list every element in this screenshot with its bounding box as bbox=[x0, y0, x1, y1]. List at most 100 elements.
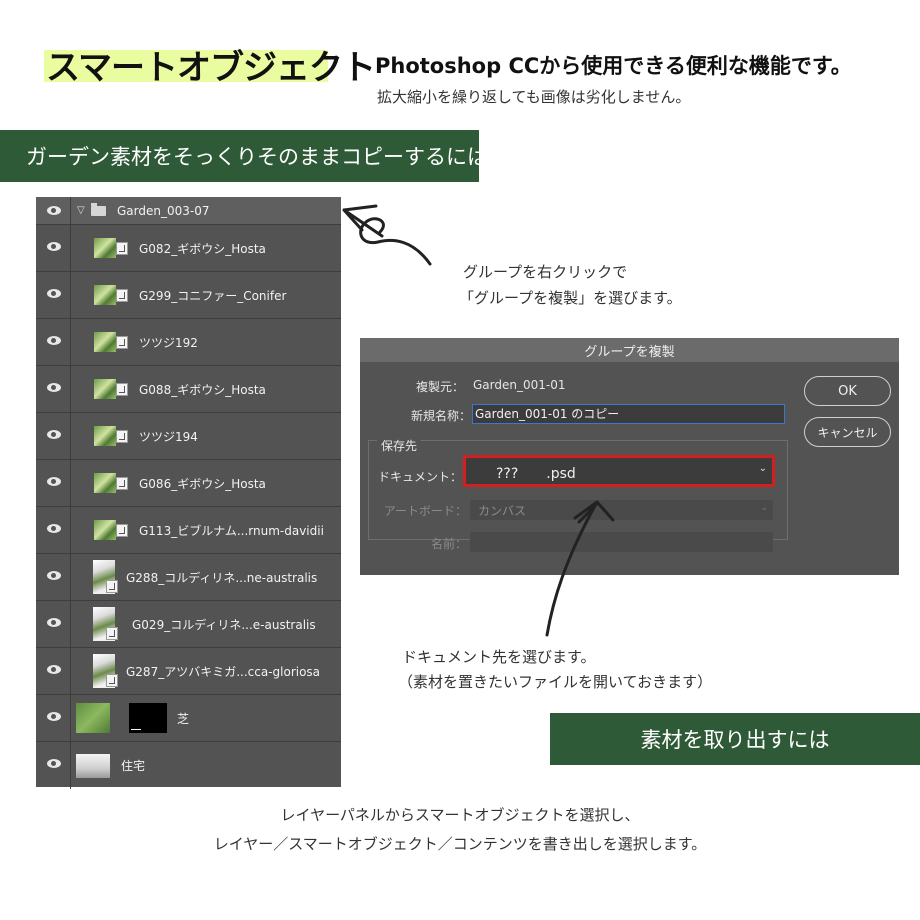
extract-heading-banner: 素材を取り出すには bbox=[550, 713, 920, 765]
eye-icon[interactable] bbox=[47, 665, 61, 674]
visibility-column bbox=[36, 272, 71, 318]
document-value: ??? .psd bbox=[496, 466, 576, 482]
newname-label: 新規名称： bbox=[410, 409, 471, 423]
artboard-value: カンバス bbox=[478, 504, 527, 518]
duplicate-group-dialog: グループを複製 複製元： Garden_001-01 新規名称： Garden_… bbox=[360, 338, 899, 575]
layers-panel: ▽ Garden_003-07 G082_ギボウシ_Hosta G299_コニファ… bbox=[36, 197, 341, 789]
eye-icon[interactable] bbox=[47, 383, 61, 392]
arrow-to-document bbox=[545, 500, 615, 637]
layer-thumbnail bbox=[94, 332, 116, 352]
eye-icon[interactable] bbox=[47, 524, 61, 533]
layer-thumbnail bbox=[94, 520, 116, 540]
eye-icon[interactable] bbox=[47, 477, 61, 486]
arrow-to-group bbox=[342, 204, 432, 266]
footer-instructions: レイヤーパネルからスマートオブジェクトを選択し、 レイヤー／スマートオブジェクト… bbox=[0, 801, 920, 859]
layer-name: G088_ギボウシ_Hosta bbox=[139, 383, 266, 397]
document-select[interactable]: ??? .psd ⌄ bbox=[463, 455, 775, 487]
layer-name: G113_ビブルナム...rnum-davidii bbox=[139, 524, 324, 538]
layer-name: G086_ギボウシ_Hosta bbox=[139, 477, 266, 491]
copy-heading-text: ガーデン素材をそっくりそのままコピーするには bbox=[26, 145, 488, 169]
group-note-line1: グループを右クリックで bbox=[463, 263, 628, 281]
layer-row-lawn[interactable]: 芝 bbox=[36, 695, 341, 742]
layer-row[interactable]: G113_ビブルナム...rnum-davidii bbox=[36, 507, 341, 554]
layer-name: 芝 bbox=[177, 712, 190, 726]
visibility-column bbox=[36, 507, 71, 553]
layer-thumbnail bbox=[76, 754, 110, 778]
chevron-down-icon: ⌄ bbox=[758, 463, 767, 474]
layer-thumbnail bbox=[94, 473, 116, 493]
layer-thumbnail bbox=[76, 703, 110, 733]
layer-name: G082_ギボウシ_Hosta bbox=[139, 242, 266, 256]
smart-object-icon bbox=[116, 524, 128, 537]
doc-note-line2: （素材を置きたいファイルを開いておきます） bbox=[398, 673, 713, 691]
layer-row[interactable]: ツツジ192 bbox=[36, 319, 341, 366]
page-title: スマートオブジェクト bbox=[46, 48, 376, 88]
visibility-column bbox=[36, 695, 71, 741]
doc-note-line1: ドキュメント先を選びます。 bbox=[402, 648, 596, 666]
visibility-column bbox=[36, 648, 71, 694]
visibility-column bbox=[36, 319, 71, 365]
eye-icon[interactable] bbox=[47, 618, 61, 627]
smart-object-icon bbox=[106, 580, 118, 593]
source-value: Garden_001-01 bbox=[473, 378, 566, 392]
layer-thumbnail bbox=[94, 426, 116, 446]
smart-object-icon bbox=[116, 383, 128, 396]
newname-input[interactable]: Garden_001-01 のコピー bbox=[472, 404, 785, 424]
layer-name: G287_アツバキミガ...cca-gloriosa bbox=[126, 665, 321, 679]
visibility-column bbox=[36, 225, 71, 271]
subline: 拡大縮小を繰り返しても画像は劣化しません。 bbox=[377, 88, 691, 106]
smart-object-icon bbox=[106, 674, 118, 687]
eye-icon[interactable] bbox=[47, 430, 61, 439]
group-note-line2: 「グループを複製」を選びます。 bbox=[459, 289, 682, 307]
smart-object-icon bbox=[116, 477, 128, 490]
visibility-column bbox=[36, 601, 71, 647]
smart-object-icon bbox=[116, 430, 128, 443]
layer-row[interactable]: G086_ギボウシ_Hosta bbox=[36, 460, 341, 507]
layer-name: 住宅 bbox=[121, 759, 146, 773]
destination-label: 保存先 bbox=[377, 437, 422, 454]
name-label: 名前： bbox=[430, 537, 467, 551]
eye-icon[interactable] bbox=[47, 242, 61, 251]
layer-mask-thumbnail bbox=[129, 703, 167, 733]
footer-line1: レイヤーパネルからスマートオブジェクトを選択し、 bbox=[280, 806, 640, 824]
document-label: ドキュメント： bbox=[377, 470, 462, 484]
layer-name: G299_コニファー_Conifer bbox=[139, 289, 287, 303]
smart-object-icon bbox=[106, 627, 118, 640]
eye-icon[interactable] bbox=[47, 336, 61, 345]
layer-row[interactable]: G082_ギボウシ_Hosta bbox=[36, 225, 341, 272]
ok-button[interactable]: OK bbox=[804, 376, 891, 406]
dialog-title: グループを複製 bbox=[360, 338, 899, 362]
visibility-column bbox=[36, 460, 71, 506]
eye-icon[interactable] bbox=[47, 712, 61, 721]
eye-icon[interactable] bbox=[47, 759, 61, 768]
layer-row[interactable]: G088_ギボウシ_Hosta bbox=[36, 366, 341, 413]
footer-line2: レイヤー／スマートオブジェクト／コンテンツを書き出しを選択します。 bbox=[213, 835, 707, 853]
visibility-column bbox=[36, 366, 71, 412]
layer-row[interactable]: G029_コルディリネ...e-australis bbox=[36, 601, 341, 648]
eye-icon[interactable] bbox=[47, 206, 61, 215]
visibility-column bbox=[36, 742, 71, 789]
cancel-button[interactable]: キャンセル bbox=[804, 417, 891, 447]
layer-name: G029_コルディリネ...e-australis bbox=[132, 618, 316, 632]
layer-name: ツツジ194 bbox=[139, 430, 198, 444]
layer-row[interactable]: G287_アツバキミガ...cca-gloriosa bbox=[36, 648, 341, 695]
layer-row-house[interactable]: 住宅 bbox=[36, 742, 341, 789]
layer-thumbnail bbox=[94, 238, 116, 258]
layer-name: ツツジ192 bbox=[139, 336, 198, 350]
smart-object-icon bbox=[116, 336, 128, 349]
chevron-down-icon[interactable]: ▽ bbox=[77, 205, 85, 216]
eye-icon[interactable] bbox=[47, 289, 61, 298]
layer-row[interactable]: G299_コニファー_Conifer bbox=[36, 272, 341, 319]
layer-row[interactable]: G288_コルディリネ...ne-australis bbox=[36, 554, 341, 601]
folder-icon bbox=[91, 203, 106, 216]
layer-row[interactable]: ツツジ194 bbox=[36, 413, 341, 460]
artboard-label: アートボード： bbox=[383, 504, 467, 518]
copy-heading-banner: ガーデン素材をそっくりそのままコピーするには bbox=[0, 130, 488, 182]
layer-name: G288_コルディリネ...ne-australis bbox=[126, 571, 318, 585]
visibility-column bbox=[36, 554, 71, 600]
source-label: 複製元： bbox=[415, 380, 464, 394]
eye-icon[interactable] bbox=[47, 571, 61, 580]
layer-group-row[interactable]: ▽ Garden_003-07 bbox=[36, 197, 341, 225]
layer-thumbnail bbox=[94, 285, 116, 305]
chevron-down-icon: ⌄ bbox=[760, 503, 768, 513]
